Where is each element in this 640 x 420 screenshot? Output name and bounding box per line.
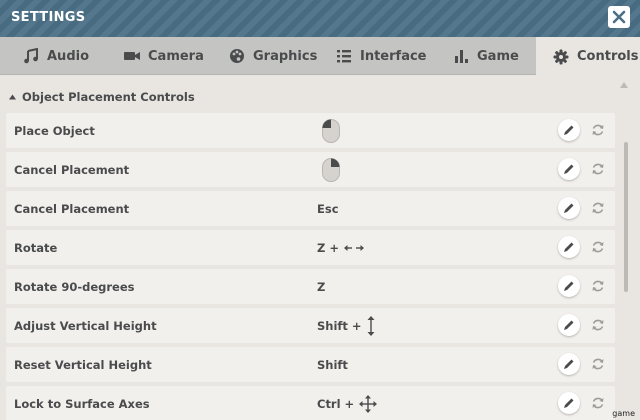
watermark: game	[612, 409, 635, 418]
action-label: Place Object	[14, 124, 95, 138]
edit-binding-button[interactable]	[558, 236, 580, 258]
binding-text: Ctrl +	[317, 396, 355, 411]
scrollbar-thumb[interactable]	[624, 142, 628, 292]
action-label: Adjust Vertical Height	[14, 319, 157, 333]
binding-value	[317, 113, 341, 148]
tab-audio[interactable]: Audio	[16, 37, 116, 75]
refresh-icon	[592, 280, 604, 292]
caret-up-icon	[9, 94, 16, 100]
action-label: Reset Vertical Height	[14, 358, 152, 372]
music-note-icon	[22, 47, 40, 65]
edit-binding-button[interactable]	[558, 353, 580, 375]
binding-row: Reset Vertical Height Shift	[6, 347, 615, 382]
binding-value: Z	[317, 269, 325, 304]
tab-game[interactable]: Game	[446, 37, 531, 75]
pencil-icon	[564, 242, 574, 252]
reset-binding-button[interactable]	[587, 314, 609, 336]
reset-binding-button[interactable]	[587, 392, 609, 414]
reset-binding-button[interactable]	[587, 158, 609, 180]
pencil-icon	[564, 398, 574, 408]
reset-binding-button[interactable]	[587, 119, 609, 141]
reset-binding-button[interactable]	[587, 353, 609, 375]
action-label: Cancel Placement	[14, 202, 130, 216]
tab-interface-label: Interface	[360, 48, 427, 64]
close-button[interactable]	[608, 6, 630, 28]
tab-controls-label: Controls	[577, 49, 639, 64]
binding-value: Esc	[317, 191, 339, 226]
refresh-icon	[592, 358, 604, 370]
list-icon	[335, 47, 353, 65]
tab-graphics-label: Graphics	[253, 48, 318, 64]
tab-bar: Audio Camera Graphics Interface Game Con…	[0, 37, 640, 76]
pencil-icon	[564, 203, 574, 213]
binding-row: Cancel Placement	[6, 152, 615, 187]
refresh-icon	[592, 397, 604, 409]
binding-value: Ctrl +	[317, 386, 378, 420]
section-header[interactable]: Object Placement Controls	[9, 90, 195, 104]
mouse-right-click-icon	[322, 157, 340, 182]
pencil-icon	[564, 125, 574, 135]
binding-value: Z +	[317, 230, 365, 265]
action-label: Rotate 90-degrees	[14, 280, 135, 294]
binding-row: Cancel Placement Esc	[6, 191, 615, 226]
bar-chart-icon	[452, 47, 470, 65]
title-bar: SETTINGS	[0, 0, 640, 37]
binding-text: Z +	[317, 240, 339, 255]
refresh-icon	[592, 319, 604, 331]
edit-binding-button[interactable]	[558, 392, 580, 414]
refresh-icon	[592, 241, 604, 253]
edit-binding-button[interactable]	[558, 314, 580, 336]
binding-row: Place Object	[6, 113, 615, 148]
binding-value	[317, 152, 341, 187]
refresh-icon	[592, 124, 604, 136]
binding-text: Shift +	[317, 318, 362, 333]
pencil-icon	[564, 281, 574, 291]
edit-binding-button[interactable]	[558, 158, 580, 180]
action-label: Cancel Placement	[14, 163, 130, 177]
pencil-icon	[564, 164, 574, 174]
edit-binding-button[interactable]	[558, 275, 580, 297]
binding-row: Adjust Vertical Height Shift +	[6, 308, 615, 343]
tab-camera-label: Camera	[148, 48, 204, 64]
binding-row: Rotate 90-degrees Z	[6, 269, 615, 304]
close-icon	[612, 10, 626, 24]
binding-text: Esc	[317, 201, 339, 216]
reset-binding-button[interactable]	[587, 275, 609, 297]
reset-binding-button[interactable]	[587, 197, 609, 219]
refresh-icon	[592, 163, 604, 175]
left-right-arrows-icon	[343, 244, 364, 251]
tab-audio-label: Audio	[47, 48, 90, 64]
edit-binding-button[interactable]	[558, 119, 580, 141]
tab-game-label: Game	[477, 48, 519, 64]
binding-text: Shift	[317, 357, 348, 372]
move-arrows-icon	[359, 394, 378, 413]
refresh-icon	[592, 202, 604, 214]
binding-row: Lock to Surface Axes Ctrl +	[6, 386, 615, 420]
binding-row: Rotate Z +	[6, 230, 615, 265]
binding-value: Shift	[317, 347, 348, 382]
binding-text: Z	[317, 279, 326, 294]
pencil-icon	[564, 359, 574, 369]
pencil-icon	[564, 320, 574, 330]
scroll-up-arrow-icon[interactable]	[620, 82, 628, 88]
action-label: Lock to Surface Axes	[14, 397, 150, 411]
up-down-arrow-icon	[367, 315, 375, 336]
tab-camera[interactable]: Camera	[117, 37, 217, 75]
palette-icon	[228, 47, 246, 65]
tab-controls[interactable]: Controls	[536, 37, 640, 76]
video-camera-icon	[123, 47, 141, 65]
section-title: Object Placement Controls	[22, 90, 195, 104]
controls-panel: Object Placement Controls Place Object C…	[0, 76, 640, 420]
binding-value: Shift +	[317, 308, 376, 343]
gear-icon	[552, 48, 570, 66]
reset-binding-button[interactable]	[587, 236, 609, 258]
tab-interface[interactable]: Interface	[329, 37, 434, 75]
edit-binding-button[interactable]	[558, 197, 580, 219]
tab-graphics[interactable]: Graphics	[222, 37, 327, 75]
mouse-left-click-icon	[322, 118, 340, 143]
action-label: Rotate	[14, 241, 58, 255]
window-title: SETTINGS	[11, 10, 86, 25]
